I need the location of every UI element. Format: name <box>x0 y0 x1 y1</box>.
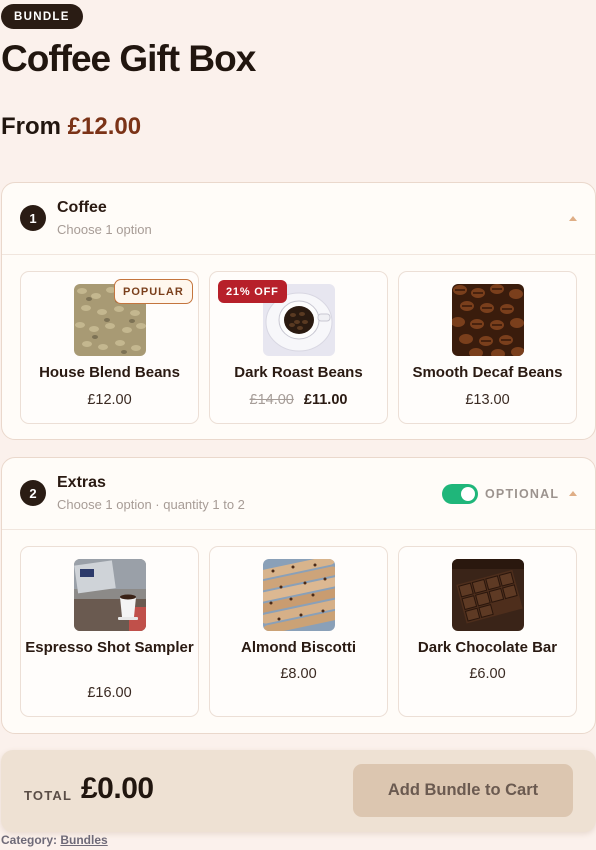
category-line: Category: Bundles <box>1 833 108 847</box>
step-number: 2 <box>20 480 46 506</box>
category-label: Category: <box>1 833 58 847</box>
group-title: Extras <box>57 474 106 491</box>
total-label: TOTAL <box>24 788 73 803</box>
option-name: Smooth Decaf Beans <box>412 364 563 381</box>
group-header-extras[interactable]: 2 Extras Choose 1 option · quantity 1 to… <box>2 458 595 530</box>
price-prefix: From <box>1 113 61 140</box>
option-price: £14.00 £11.00 <box>210 392 387 408</box>
chevron-up-icon[interactable] <box>569 491 577 496</box>
group-title: Coffee <box>57 199 107 216</box>
discount-tag: 21% OFF <box>218 280 287 303</box>
espresso-sampler-image <box>74 559 146 631</box>
bundle-badge: BUNDLE <box>1 4 83 29</box>
option-card-espresso-sampler[interactable]: Espresso Shot Sampler £16.00 <box>20 546 199 717</box>
dark-chocolate-image <box>452 559 524 631</box>
option-price: £16.00 <box>87 685 132 701</box>
option-name: Espresso Shot Sampler <box>25 639 194 656</box>
optional-toggle[interactable] <box>442 484 478 504</box>
option-price: £8.00 <box>280 666 317 682</box>
add-bundle-to-cart-button[interactable]: Add Bundle to Cart <box>353 764 573 817</box>
option-card-smooth-decaf[interactable]: Smooth Decaf Beans £13.00 <box>398 271 577 424</box>
page-title: Coffee Gift Box <box>1 38 256 79</box>
option-name: Dark Roast Beans <box>234 364 363 381</box>
popular-tag: POPULAR <box>114 279 193 304</box>
category-link[interactable]: Bundles <box>60 833 107 847</box>
price-from: From £12.00 <box>1 113 141 141</box>
group-subtitle: Choose 1 option <box>57 222 152 237</box>
group-subtitle: Choose 1 option · quantity 1 to 2 <box>57 497 245 512</box>
original-price: £14.00 <box>249 392 294 408</box>
sale-price: £11.00 <box>303 392 348 408</box>
option-card-dark-roast[interactable]: 21% OFF Dark Roast Beans £14.00 £11.00 <box>209 271 388 424</box>
option-card-dark-chocolate[interactable]: Dark Chocolate Bar £6.00 <box>398 546 577 717</box>
option-name: Almond Biscotti <box>241 639 356 656</box>
bundle-group-extras: 2 Extras Choose 1 option · quantity 1 to… <box>1 457 596 734</box>
option-card-almond-biscotti[interactable]: Almond Biscotti £8.00 <box>209 546 388 717</box>
option-name: Dark Chocolate Bar <box>417 639 558 656</box>
almond-biscotti-image <box>263 559 335 631</box>
smooth-decaf-image <box>452 284 524 356</box>
option-price: £13.00 <box>465 392 510 408</box>
bundle-group-coffee: 1 Coffee Choose 1 option POPULAR House B… <box>1 182 596 440</box>
group-header-coffee[interactable]: 1 Coffee Choose 1 option <box>2 183 595 255</box>
optional-label: OPTIONAL <box>485 487 560 501</box>
option-card-house-blend[interactable]: POPULAR House Blend Beans £12.00 <box>20 271 199 424</box>
total-value: £0.00 <box>81 772 154 805</box>
option-price: £12.00 <box>87 392 132 408</box>
toggle-knob <box>461 487 475 501</box>
step-number: 1 <box>20 205 46 231</box>
total-bar: TOTAL £0.00 Add Bundle to Cart <box>1 750 596 832</box>
option-price: £6.00 <box>469 666 506 682</box>
option-name: House Blend Beans <box>39 364 180 381</box>
chevron-up-icon[interactable] <box>569 216 577 221</box>
price-amount: £12.00 <box>67 113 142 140</box>
